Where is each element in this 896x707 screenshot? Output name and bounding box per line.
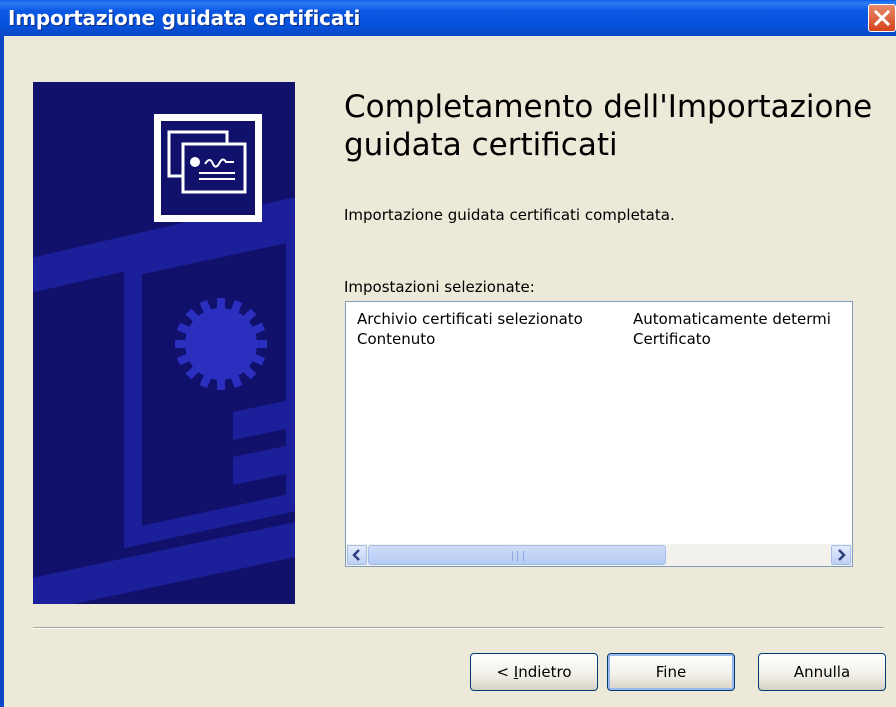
- window-frame: [0, 36, 4, 707]
- chevron-left-icon: [352, 549, 360, 561]
- separator-highlight: [33, 628, 884, 629]
- close-icon: [873, 9, 891, 27]
- setting-name: Contenuto: [357, 330, 436, 348]
- scroll-left-button[interactable]: [347, 545, 367, 565]
- list-item[interactable]: Contenuto Certificato: [346, 330, 852, 350]
- window-title: Importazione guidata certificati: [8, 6, 361, 30]
- scroll-right-button[interactable]: [831, 545, 851, 565]
- close-button[interactable]: [868, 4, 896, 32]
- settings-list[interactable]: Archivio certificati selezionato Automat…: [345, 301, 853, 567]
- page-heading: Completamento dell'Importazione guidata …: [344, 89, 873, 163]
- wizard-banner: [33, 82, 295, 604]
- title-bar[interactable]: Importazione guidata certificati: [0, 0, 896, 36]
- certificate-artwork: [33, 114, 295, 604]
- back-label: < Indietro: [496, 663, 572, 681]
- completion-message: Importazione guidata certificati complet…: [344, 206, 675, 224]
- finish-button[interactable]: Fine: [607, 653, 735, 691]
- setting-value: Automaticamente determi: [633, 310, 831, 328]
- back-button[interactable]: < Indietro: [470, 653, 598, 691]
- chevron-right-icon: [838, 549, 846, 561]
- certificate-icon: [154, 114, 262, 222]
- settings-label: Impostazioni selezionate:: [344, 278, 535, 296]
- cancel-button[interactable]: Annulla: [758, 653, 886, 691]
- list-item[interactable]: Archivio certificati selezionato Automat…: [346, 310, 852, 330]
- scroll-thumb[interactable]: [368, 545, 666, 565]
- grip-icon: [512, 551, 524, 561]
- horizontal-scrollbar[interactable]: [346, 544, 852, 566]
- setting-name: Archivio certificati selezionato: [357, 310, 583, 328]
- setting-value: Certificato: [633, 330, 711, 348]
